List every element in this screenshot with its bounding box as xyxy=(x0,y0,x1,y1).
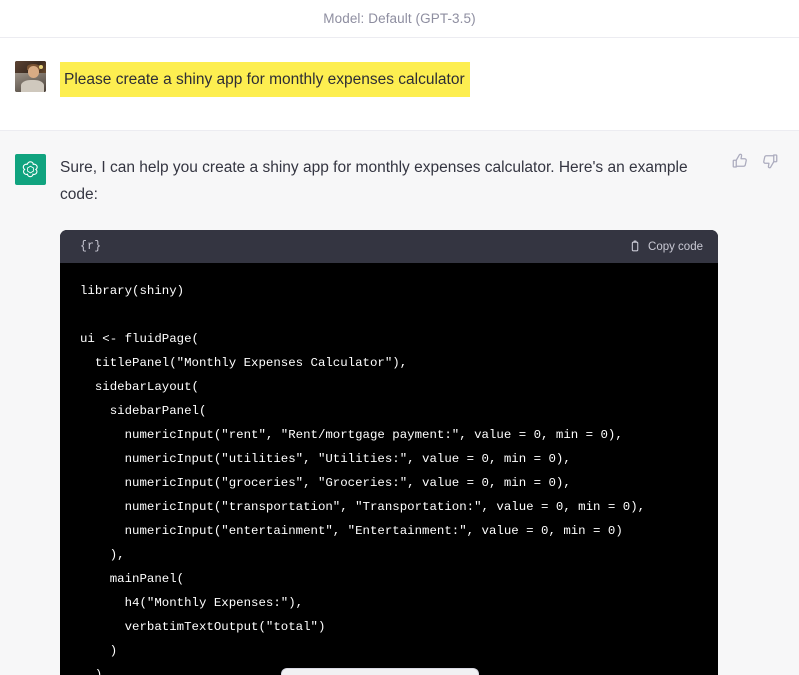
chatgpt-conversation-page: Model: Default (GPT-3.5) Please create a… xyxy=(0,0,799,675)
assistant-message-row: Sure, I can help you create a shiny app … xyxy=(0,131,799,675)
assistant-message-text: Sure, I can help you create a shiny app … xyxy=(60,159,688,203)
assistant-message-body: Sure, I can help you create a shiny app … xyxy=(60,153,799,675)
bottom-floating-overlay xyxy=(281,668,479,675)
code-line: ui <- fluidPage( xyxy=(80,332,199,346)
user-avatar-column xyxy=(0,60,60,108)
thumbs-down-icon[interactable] xyxy=(761,152,779,170)
code-line: numericInput("utilities", "Utilities:", … xyxy=(80,452,571,466)
message-feedback-controls xyxy=(731,152,779,170)
copy-code-button[interactable]: Copy code xyxy=(628,240,703,253)
code-line: numericInput("rent", "Rent/mortgage paym… xyxy=(80,428,623,442)
code-line: titlePanel("Monthly Expenses Calculator"… xyxy=(80,356,408,370)
code-line: numericInput("groceries", "Groceries:", … xyxy=(80,476,571,490)
code-line: numericInput("entertainment", "Entertain… xyxy=(80,524,623,538)
chatgpt-logo-icon xyxy=(14,154,46,185)
user-message-text: Please create a shiny app for monthly ex… xyxy=(60,62,470,97)
code-language-label: {r} xyxy=(80,240,102,253)
code-line: mainPanel( xyxy=(80,572,185,586)
clipboard-icon xyxy=(628,240,641,253)
code-line: numericInput("transportation", "Transpor… xyxy=(80,500,646,514)
copy-code-label: Copy code xyxy=(648,240,703,253)
code-line: sidebarLayout( xyxy=(80,380,199,394)
code-line: sidebarPanel( xyxy=(80,404,207,418)
code-line: verbatimTextOutput("total") xyxy=(80,620,326,634)
user-avatar-photo xyxy=(14,61,46,92)
model-label: Model: Default (GPT-3.5) xyxy=(323,11,476,26)
code-block-content: library(shiny) ui <- fluidPage( titlePan… xyxy=(60,263,718,675)
code-line: ), xyxy=(80,548,125,562)
code-block-header: {r} Copy code xyxy=(60,230,718,263)
user-message-row: Please create a shiny app for monthly ex… xyxy=(0,38,799,131)
model-header-bar: Model: Default (GPT-3.5) xyxy=(0,0,799,38)
code-block: {r} Copy code library(shiny) ui <- fluid… xyxy=(60,230,718,675)
code-line: library(shiny) xyxy=(80,284,185,298)
code-line: ) xyxy=(80,644,118,658)
user-message-text-wrap: Please create a shiny app for monthly ex… xyxy=(60,60,781,98)
code-line: h4("Monthly Expenses:"), xyxy=(80,596,304,610)
user-message-body: Please create a shiny app for monthly ex… xyxy=(60,60,799,108)
assistant-avatar-column xyxy=(0,153,60,675)
thumbs-up-icon[interactable] xyxy=(731,152,749,170)
